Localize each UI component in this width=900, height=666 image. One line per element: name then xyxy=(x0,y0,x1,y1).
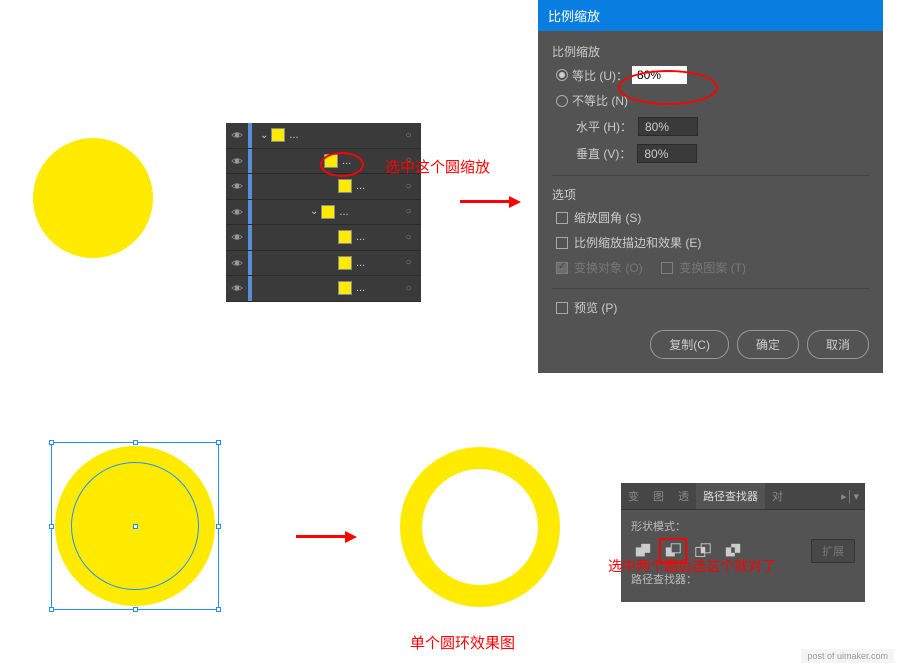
target-icon[interactable]: ○ xyxy=(396,232,421,243)
layer-swatch xyxy=(338,230,352,244)
target-icon[interactable]: ○ xyxy=(396,181,421,192)
layer-row[interactable]: ... ○ xyxy=(226,225,421,251)
layer-name: ... xyxy=(289,129,396,141)
layer-name: ... xyxy=(339,206,396,218)
arrow-icon xyxy=(296,535,346,538)
layer-swatch xyxy=(271,128,285,142)
uniform-radio[interactable] xyxy=(556,69,568,81)
layer-name: ... xyxy=(356,180,396,192)
layer-name: ... xyxy=(356,257,396,269)
scale-corners-checkbox[interactable] xyxy=(556,212,568,224)
visibility-icon[interactable] xyxy=(226,180,248,192)
horizontal-input[interactable] xyxy=(638,117,698,136)
target-icon[interactable]: ○ xyxy=(396,257,421,268)
uniform-scale-input[interactable] xyxy=(632,66,687,84)
tab-pathfinder[interactable]: 路径查找器 xyxy=(696,483,765,509)
toggle-icon[interactable]: ⌄ xyxy=(310,206,318,217)
horizontal-label: 水平 (H)： xyxy=(576,118,632,135)
layer-row[interactable]: ⌄ ... ○ xyxy=(226,123,421,149)
visibility-icon[interactable] xyxy=(226,155,248,167)
copy-button[interactable]: 复制(C) xyxy=(650,330,729,359)
scale-section-label: 比例缩放 xyxy=(552,43,869,60)
visibility-icon[interactable] xyxy=(226,206,248,218)
nonuniform-radio[interactable] xyxy=(556,95,568,107)
layer-row[interactable]: ⌄ ... ○ xyxy=(226,200,421,226)
annotation-pathfinder-tip: 选中两个圆后选这个就对了 xyxy=(608,556,776,576)
visibility-icon[interactable] xyxy=(226,231,248,243)
layer-swatch xyxy=(321,205,335,219)
ring-caption: 单个圆环效果图 xyxy=(410,632,515,653)
arrow-icon xyxy=(460,200,510,203)
nonuniform-label: 不等比 (N) xyxy=(572,92,628,109)
layer-row[interactable]: ... ○ xyxy=(226,174,421,200)
scale-dialog: 比例缩放 比例缩放 等比 (U)： 不等比 (N) 水平 (H)： 垂直 (V)… xyxy=(538,0,883,373)
ring-result xyxy=(400,447,560,607)
tab-transparency[interactable]: 透 xyxy=(671,483,696,509)
watermark: post of uimaker.com xyxy=(801,649,894,663)
panel-menu-icon[interactable]: ▸│▾ xyxy=(835,486,865,507)
transform-patterns-checkbox xyxy=(661,262,673,274)
dialog-title: 比例缩放 xyxy=(538,0,883,31)
ok-button[interactable]: 确定 xyxy=(737,330,799,359)
layer-swatch xyxy=(324,154,338,168)
selected-circles[interactable] xyxy=(55,446,215,606)
layer-swatch xyxy=(338,281,352,295)
tab-align[interactable]: 对 xyxy=(765,483,790,509)
transform-objects-checkbox xyxy=(556,262,568,274)
shape-modes-label: 形状模式： xyxy=(631,518,855,534)
scale-corners-label: 缩放圆角 (S) xyxy=(574,209,641,226)
target-icon[interactable]: ○ xyxy=(396,206,421,217)
layers-panel: ⌄ ... ○ ... ○ ... ○ ⌄ ... ○ ... ○ ... xyxy=(226,123,421,302)
pathfinder-panel: 变 图 透 路径查找器 对 ▸│▾ 形状模式： 扩展 路径查找器： xyxy=(621,483,865,602)
layer-swatch xyxy=(338,179,352,193)
preview-label: 预览 (P) xyxy=(574,299,617,316)
transform-objects-label: 变换对象 (O) xyxy=(574,259,643,276)
toggle-icon[interactable]: ⌄ xyxy=(260,130,268,141)
transform-patterns-label: 变换图案 (T) xyxy=(679,259,746,276)
preview-checkbox[interactable] xyxy=(556,302,568,314)
uniform-label: 等比 (U)： xyxy=(572,67,628,84)
layer-name: ... xyxy=(356,231,396,243)
scale-strokes-checkbox[interactable] xyxy=(556,237,568,249)
annotation-select-circle: 选中这个圆缩放 xyxy=(385,156,490,177)
tab-image[interactable]: 图 xyxy=(646,483,671,509)
options-label: 选项 xyxy=(552,186,869,203)
layer-swatch xyxy=(338,256,352,270)
vertical-label: 垂直 (V)： xyxy=(576,145,631,162)
target-icon[interactable]: ○ xyxy=(396,130,421,141)
layer-row[interactable]: ... ○ xyxy=(226,251,421,277)
expand-button[interactable]: 扩展 xyxy=(811,539,855,563)
visibility-icon[interactable] xyxy=(226,257,248,269)
tab-transform[interactable]: 变 xyxy=(621,483,646,509)
cancel-button[interactable]: 取消 xyxy=(807,330,869,359)
visibility-icon[interactable] xyxy=(226,129,248,141)
scale-strokes-label: 比例缩放描边和效果 (E) xyxy=(574,234,701,251)
yellow-circle-original xyxy=(33,138,153,258)
vertical-input[interactable] xyxy=(637,144,697,163)
layer-row[interactable]: ... ○ xyxy=(226,276,421,302)
target-icon[interactable]: ○ xyxy=(396,283,421,294)
visibility-icon[interactable] xyxy=(226,282,248,294)
layer-name: ... xyxy=(356,282,396,294)
